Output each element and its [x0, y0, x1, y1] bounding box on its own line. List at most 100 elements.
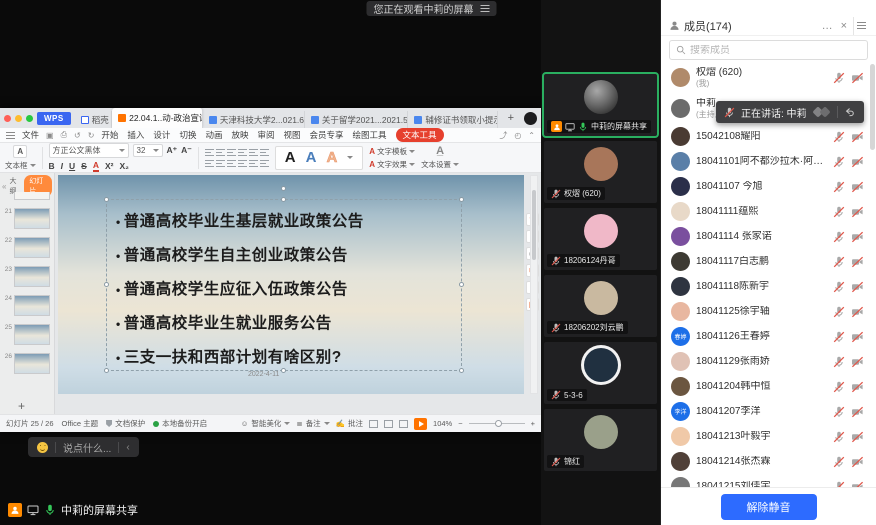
menu-item[interactable]: 开始 — [101, 129, 118, 141]
unmute-button[interactable]: 解除静音 — [721, 494, 817, 520]
mic-muted-icon[interactable] — [832, 130, 845, 143]
share-icon[interactable]: ⤴ — [499, 130, 507, 141]
mic-muted-icon[interactable] — [832, 480, 845, 487]
member-row[interactable]: 18041118陈新宇 — [661, 274, 876, 299]
menu-item[interactable]: 插入 — [127, 129, 144, 141]
search-input[interactable] — [690, 45, 861, 56]
mic-muted-icon[interactable] — [832, 205, 845, 218]
mic-muted-icon[interactable] — [832, 330, 845, 343]
close-panel-icon[interactable]: × — [839, 20, 849, 32]
member-row[interactable]: 18041125徐宇轴 — [661, 299, 876, 324]
video-tile[interactable]: 18206202刘云鹏 — [544, 275, 657, 337]
menu-item[interactable]: 绘图工具 — [353, 129, 387, 141]
quick-chat-bubble[interactable]: 说点什么... ‹ — [28, 437, 139, 457]
comment-button[interactable]: ✍ 批注 — [336, 418, 363, 429]
more-options-icon[interactable]: … — [820, 20, 835, 32]
menu-item[interactable]: 切换 — [179, 129, 196, 141]
document-tab[interactable]: 22.04.1..动-政治宣讲 — [112, 108, 203, 128]
distribute-icon[interactable] — [249, 159, 258, 168]
camera-muted-icon[interactable] — [851, 430, 864, 443]
justify-icon[interactable] — [238, 159, 247, 168]
mic-muted-icon[interactable] — [832, 430, 845, 443]
camera-muted-icon[interactable] — [851, 130, 864, 143]
doc-protect[interactable]: 文档保护 — [106, 418, 145, 429]
camera-muted-icon[interactable] — [851, 405, 864, 418]
video-tile[interactable]: 权熠 (620) — [544, 141, 657, 203]
menu-item[interactable]: 审阅 — [257, 129, 274, 141]
bullet-list-icon[interactable] — [205, 148, 214, 157]
slide-thumbnail-partial[interactable] — [2, 192, 52, 200]
theme-name[interactable]: Office 主题 — [62, 418, 99, 429]
zoom-in-button[interactable]: + — [531, 419, 535, 428]
redo-icon[interactable]: ↻ — [88, 131, 95, 140]
textbox-tool-label[interactable]: 文本框 — [5, 160, 36, 171]
member-row[interactable]: 18041214张杰霖 — [661, 449, 876, 474]
current-slide[interactable]: 普通高校毕业生基层就业政策公告普通高校学生自主创业政策公告普通高校学生应征入伍政… — [58, 175, 524, 394]
camera-muted-icon[interactable] — [851, 455, 864, 468]
camera-muted-icon[interactable] — [851, 155, 864, 168]
preset-style-outline[interactable]: A — [326, 150, 337, 165]
menu-item[interactable]: 文本工具 — [396, 128, 444, 142]
text-template-button[interactable]: A文字模板 — [369, 146, 415, 157]
document-tab[interactable]: 关于留学2021...2021.5.1 — [305, 111, 409, 128]
underline-button[interactable]: U — [69, 161, 75, 171]
font-family-select[interactable]: 方正公文黑体 — [49, 143, 129, 158]
member-row[interactable]: 李洋 18041207李洋 — [661, 399, 876, 424]
resize-handle[interactable] — [459, 197, 464, 202]
read-view-icon[interactable] — [399, 420, 408, 428]
member-row[interactable]: 18041204韩中恒 — [661, 374, 876, 399]
slide-thumbnail[interactable]: 23 — [2, 266, 52, 287]
scrollbar-thumb[interactable] — [532, 190, 536, 260]
slide-bullet[interactable]: 普通高校毕业生基层就业政策公告 — [116, 205, 476, 239]
bold-button[interactable]: B — [49, 161, 55, 171]
normal-view-icon[interactable] — [369, 420, 378, 428]
canvas-scrollbar[interactable] — [530, 175, 538, 394]
video-tile[interactable]: 中莉的屏幕共享 — [544, 74, 657, 136]
notes-button[interactable]: ≣ 备注 — [296, 418, 329, 429]
video-tile[interactable]: 18206124丹哥 — [544, 208, 657, 270]
new-tab-button[interactable]: + — [502, 112, 520, 124]
preset-style-black[interactable]: A — [285, 150, 296, 165]
video-tile[interactable]: 5-3-6 — [544, 342, 657, 404]
undo-icon[interactable]: ↺ — [74, 131, 81, 140]
member-row[interactable]: 18041117白志鹏 — [661, 249, 876, 274]
decrease-font-icon[interactable]: A⁻ — [181, 145, 192, 156]
camera-muted-icon[interactable] — [851, 380, 864, 393]
paragraph-align-tools[interactable] — [205, 148, 269, 168]
collaborate-icon[interactable]: ◴ — [514, 131, 521, 140]
preset-style-blue[interactable]: A — [306, 150, 317, 165]
camera-muted-icon[interactable] — [851, 180, 864, 193]
panel-menu-button[interactable] — [853, 17, 868, 35]
camera-muted-icon[interactable] — [851, 205, 864, 218]
save-icon[interactable]: ▣ — [46, 131, 54, 140]
member-row[interactable]: 18041111蕴熙 — [661, 199, 876, 224]
menu-item[interactable]: 放映 — [231, 129, 248, 141]
mic-muted-icon[interactable] — [832, 180, 845, 193]
slide-thumbnail[interactable]: 22 — [2, 237, 52, 258]
slide-thumbnail[interactable]: 21 — [2, 208, 52, 229]
camera-muted-icon[interactable] — [851, 305, 864, 318]
mic-muted-icon[interactable] — [832, 71, 845, 84]
slide-thumbnail[interactable]: 26 — [2, 353, 52, 374]
member-row[interactable]: 18041213叶毅宇 — [661, 424, 876, 449]
rotate-handle[interactable] — [281, 186, 286, 191]
member-row[interactable]: 15042108耀阳 — [661, 124, 876, 149]
number-list-icon[interactable] — [216, 148, 225, 157]
member-search-box[interactable] — [669, 40, 868, 60]
menu-item[interactable]: 会员专享 — [310, 129, 344, 141]
mic-muted-icon[interactable] — [724, 107, 735, 118]
indent-icon[interactable] — [238, 148, 247, 157]
sorter-view-icon[interactable] — [384, 420, 393, 428]
traffic-light-zoom-icon[interactable] — [26, 115, 33, 122]
textbox-tool-icon[interactable]: A — [13, 145, 27, 158]
zoom-slider-knob[interactable] — [495, 420, 502, 427]
camera-muted-icon[interactable] — [851, 71, 864, 84]
text-settings-button[interactable]: 文本设置 — [421, 159, 459, 170]
mic-muted-icon[interactable] — [832, 230, 845, 243]
wps-logo[interactable]: WPS — [37, 112, 71, 125]
zoom-slider[interactable] — [469, 423, 525, 424]
camera-muted-icon[interactable] — [851, 280, 864, 293]
file-menu[interactable]: 文件 — [22, 129, 39, 141]
mic-muted-icon[interactable] — [832, 280, 845, 293]
play-slideshow-button[interactable] — [414, 418, 427, 430]
